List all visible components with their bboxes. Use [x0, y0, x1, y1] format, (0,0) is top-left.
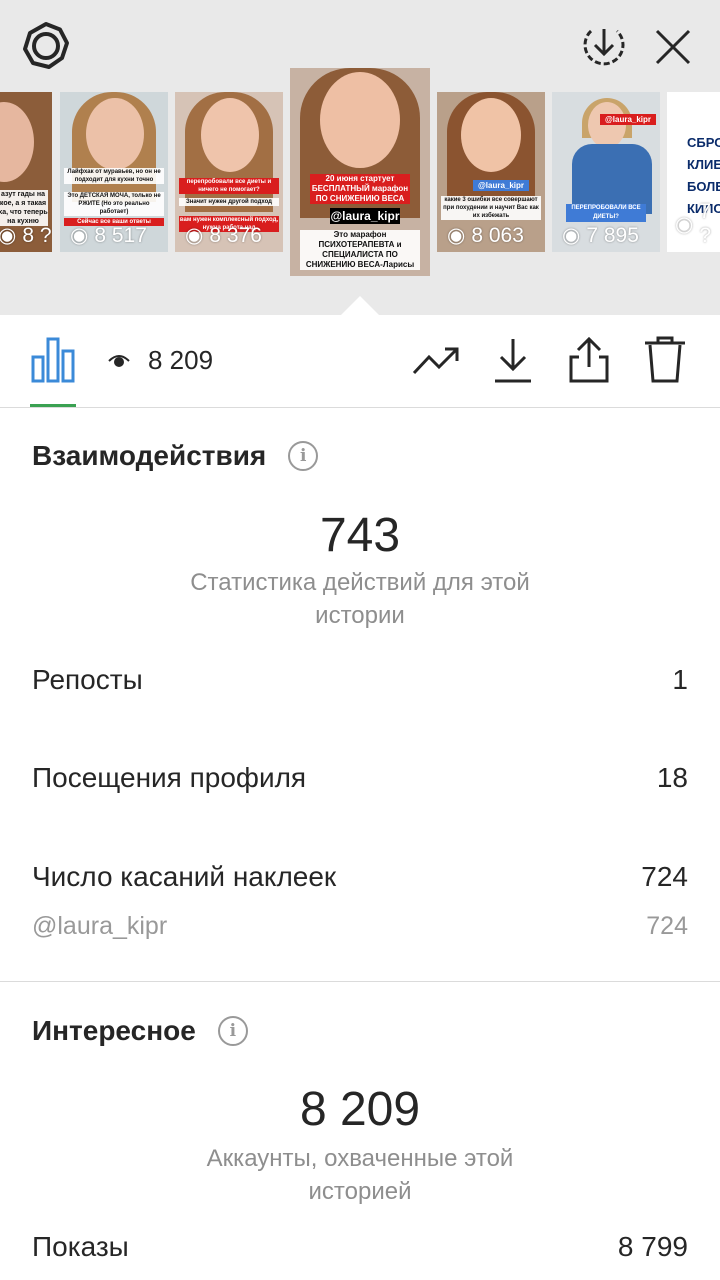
- story-caption: азут гады на кое, а я такая ха, что тепе…: [0, 190, 48, 226]
- eye-icon: ◉: [447, 224, 466, 247]
- eye-icon: ◉: [0, 224, 17, 247]
- eye-icon: [108, 354, 130, 367]
- section-title-text: Интересное: [32, 1015, 196, 1046]
- view-count-value: 8 063: [471, 223, 524, 247]
- story-strip-area: азут гады на кое, а я такая ха, что тепе…: [0, 0, 720, 315]
- metric-value: 724: [641, 861, 688, 892]
- story-view-count: ◉ 8 063: [447, 223, 524, 248]
- metric-label: Репосты: [32, 664, 143, 695]
- views-count: 8 209: [148, 345, 214, 375]
- story-thumbnails: азут гады на кое, а я такая ха, что тепе…: [0, 68, 720, 280]
- eye-icon: ◉: [675, 212, 694, 236]
- gear-icon: [23, 22, 69, 69]
- view-count-value: 8 ?: [22, 223, 52, 247]
- story-view-count: ◉ 7 ?: [675, 200, 720, 248]
- interactions-section-title: Взаимодействия i: [32, 440, 319, 472]
- trend-up-icon: [412, 347, 459, 375]
- metric-row-sticker-taps: Число касаний наклеек 724: [32, 861, 688, 893]
- metric-label: Посещения профиля: [32, 762, 307, 793]
- close-button[interactable]: [650, 24, 696, 70]
- discovery-section-title: Интересное i: [32, 1015, 248, 1047]
- metric-row-reposts: Репосты 1: [32, 664, 688, 696]
- close-icon: [655, 29, 691, 65]
- story-view-count: ◉ 7 895: [562, 223, 639, 248]
- story-view-count: ◉ 8 ?: [0, 223, 52, 248]
- view-count-value: 7 ?: [699, 200, 712, 247]
- story-thumbnail[interactable]: СБРОС КЛИЕН БОЛЕЕ КИЛО ◉7 ?: [667, 92, 720, 252]
- story-handle: @laura_kipr: [600, 114, 656, 125]
- promote-button[interactable]: [410, 337, 462, 385]
- story-thumbnail[interactable]: Лайфхак от муравьев, но он не подходит д…: [60, 92, 168, 252]
- discovery-subtitle: Аккаунты, охваченные этой историей: [206, 1145, 514, 1205]
- story-caption: 20 июня стартует БЕСПЛАТНЫЙ марафон ПО С…: [310, 174, 410, 204]
- story-caption: Лайфхак от муравьев, но он не подходит д…: [64, 168, 164, 184]
- story-thumbnail[interactable]: азут гады на кое, а я такая ха, что тепе…: [0, 92, 52, 252]
- story-views: 8 209: [108, 345, 213, 376]
- story-view-count: ◉ 8 376: [185, 223, 262, 248]
- story-caption: ПЕРЕПРОБОВАЛИ ВСЕ ДИЕТЫ?: [566, 204, 646, 222]
- settings-button[interactable]: [20, 20, 72, 72]
- story-handle: @laura_kipr: [473, 180, 529, 191]
- circle-download-icon: [583, 29, 625, 66]
- metric-value: 18: [656, 762, 688, 793]
- story-caption: перепробовали все диеты и ничего не помо…: [179, 178, 279, 194]
- metric-row-profile-visits: Посещения профиля 18: [32, 762, 688, 794]
- eye-icon: ◉: [562, 224, 581, 247]
- download-icon: [495, 339, 531, 383]
- section-title-text: Взаимодействия: [32, 440, 267, 471]
- share-button[interactable]: [564, 333, 614, 387]
- eye-icon: ◉: [185, 224, 204, 247]
- save-story-button[interactable]: [580, 22, 628, 70]
- story-thumbnail[interactable]: @laura_kipr какие 3 ошибки все совершают…: [437, 92, 545, 252]
- story-handle: @laura_kipr: [330, 208, 400, 224]
- discovery-total: 8 209: [299, 1083, 421, 1136]
- metric-label: Показы: [32, 1231, 129, 1262]
- metric-label: Число касаний наклеек: [32, 861, 337, 892]
- story-caption: Значит нужен другой подход: [179, 198, 279, 206]
- view-count-value: 8 517: [94, 223, 147, 247]
- story-thumbnail[interactable]: @laura_kipr ПЕРЕПРОБОВАЛИ ВСЕ ДИЕТЫ? ◉ 7 …: [552, 92, 660, 252]
- story-caption: Это ДЕТСКАЯ МОЧА, только не РЖИТЕ (Но эт…: [64, 192, 164, 216]
- story-caption: какие 3 ошибки все совершают при похуден…: [441, 196, 541, 220]
- share-icon: [569, 336, 609, 383]
- insights-toolbar: 8 209: [0, 315, 720, 408]
- selection-pointer: [340, 296, 380, 316]
- bar-chart-icon: [31, 337, 75, 383]
- story-thumbnail-selected[interactable]: 20 июня стартует БЕСПЛАТНЫЙ марафон ПО С…: [290, 68, 430, 276]
- story-caption: Это марафон ПСИХОТЕРАПЕВТА и СПЕЦИАЛИСТА…: [300, 230, 420, 270]
- interactions-subtitle: Статистика действий для этой истории: [190, 569, 530, 629]
- metric-value: 1: [672, 664, 688, 695]
- metric-value: 724: [646, 912, 688, 940]
- insights-tab[interactable]: [28, 333, 78, 385]
- active-tab-indicator: [30, 404, 76, 407]
- trash-icon: [645, 336, 685, 383]
- view-count-value: 8 376: [209, 223, 262, 247]
- eye-icon: ◉: [70, 224, 89, 247]
- info-icon[interactable]: i: [288, 441, 319, 471]
- section-divider: [0, 981, 720, 982]
- story-view-count: ◉ 8 517: [70, 223, 147, 248]
- metric-subrow-mention: @laura_kipr 724: [32, 912, 688, 941]
- interactions-total: 743: [319, 509, 401, 562]
- view-count-value: 7 895: [586, 223, 639, 247]
- info-icon[interactable]: i: [217, 1016, 248, 1046]
- download-button[interactable]: [488, 333, 538, 387]
- story-thumbnail[interactable]: перепробовали все диеты и ничего не помо…: [175, 92, 283, 252]
- metric-label[interactable]: @laura_kipr: [32, 912, 167, 941]
- metric-row-impressions: Показы 8 799: [32, 1231, 688, 1263]
- delete-button[interactable]: [640, 333, 690, 387]
- metric-value: 8 799: [617, 1231, 688, 1262]
